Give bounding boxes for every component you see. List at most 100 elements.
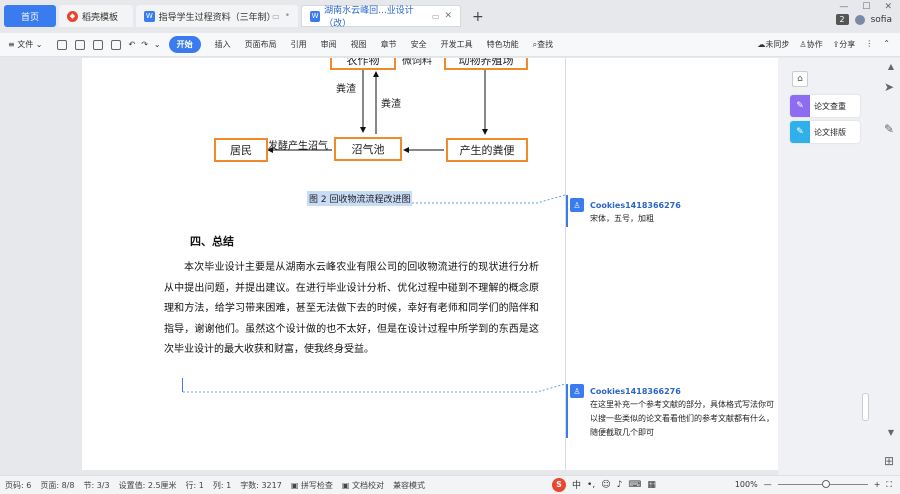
- user-icon: ♙: [570, 384, 584, 398]
- sync-button[interactable]: ☁未同步: [757, 39, 789, 50]
- docer-icon: ◆: [67, 10, 78, 22]
- menu-review[interactable]: 审阅: [321, 39, 337, 50]
- tab-dot-icon: •: [284, 11, 290, 21]
- collapse-panel-icon[interactable]: ⌂: [792, 71, 808, 87]
- status-page-code[interactable]: 页码: 6: [5, 480, 31, 491]
- monitor-icon: ▭: [272, 11, 280, 21]
- zoom-in-icon[interactable]: +: [874, 480, 881, 489]
- close-tab-icon[interactable]: ✕: [444, 11, 452, 21]
- mic-icon[interactable]: ♪: [617, 480, 623, 490]
- tab-start[interactable]: 开始: [168, 36, 201, 53]
- menu-page-layout[interactable]: 页面布局: [245, 39, 277, 50]
- file-menu[interactable]: ≡ 文件 ⌄: [8, 39, 43, 50]
- section-title[interactable]: 四、总结: [190, 233, 234, 249]
- close-window-icon[interactable]: ✕: [884, 2, 892, 12]
- tab-label: 稻壳模板: [82, 12, 119, 23]
- comment-card[interactable]: ♙ Cookies1418366276 宋体，五号，加粗: [570, 198, 775, 226]
- collab-button[interactable]: ♙协作: [799, 39, 822, 50]
- grid-apps-icon[interactable]: ⊞: [884, 454, 894, 468]
- comment-text: 宋体，五号，加粗: [590, 214, 654, 223]
- comment-card[interactable]: ♙ Cookies1418366276 在这里补充一个参考文献的部分，具体格式写…: [570, 384, 775, 440]
- status-pages[interactable]: 页面: 8/8: [40, 480, 74, 491]
- user-name[interactable]: sofia: [871, 15, 892, 25]
- ime-punct-icon[interactable]: •,: [587, 480, 595, 490]
- thesis-layout-label: 论文排版: [814, 127, 846, 137]
- menu-insert[interactable]: 插入: [215, 39, 231, 50]
- spell-check-button[interactable]: ▣ 拼写检查: [291, 480, 333, 491]
- document-page[interactable]: 农作物 微饲料 动物养殖场 粪渣 粪渣 居民 发酵产生沼气 沼气池 产生的粪便 …: [82, 58, 565, 470]
- ime-skin-icon[interactable]: ▦: [647, 480, 656, 490]
- pen-icon[interactable]: ✎: [884, 122, 894, 136]
- box-crops: 农作物: [330, 58, 396, 70]
- zoom-slider[interactable]: [777, 480, 868, 488]
- doc-proof-label: 文档校对: [352, 480, 385, 490]
- collapse-ribbon-icon[interactable]: ⌃: [883, 39, 890, 50]
- export-pdf-icon[interactable]: [74, 39, 85, 50]
- label-feed: 微饲料: [402, 58, 432, 67]
- vertical-scrollbar[interactable]: [862, 393, 869, 421]
- tab-docer-templates[interactable]: ◆ 稻壳模板: [59, 5, 133, 27]
- tab-active-document[interactable]: W 湖南水云峰回...业设计（改） ▭ ✕: [301, 5, 461, 29]
- tab-guide-materials[interactable]: W 指导学生过程资料（三年制） ▭ •: [136, 5, 298, 27]
- tab-label: 首页: [20, 12, 39, 23]
- menu-developer[interactable]: 开发工具: [441, 39, 473, 50]
- status-row: 行: 1: [185, 480, 204, 490]
- zoom-out-icon[interactable]: —: [764, 480, 772, 489]
- menu-security[interactable]: 安全: [411, 39, 427, 50]
- status-setting[interactable]: 设置值: 2.5厘米: [119, 480, 177, 491]
- status-section[interactable]: 节: 3/3: [83, 480, 109, 491]
- minimize-icon[interactable]: —: [839, 2, 848, 12]
- figure-caption[interactable]: 图 2 回收物流流程改进图: [307, 191, 413, 206]
- user-icon: ♙: [799, 40, 807, 49]
- sogou-ime-icon[interactable]: S: [552, 477, 566, 492]
- writer-doc-icon: W: [144, 10, 155, 22]
- title-bar: 首页 ◆ 稻壳模板 W 指导学生过程资料（三年制） ▭ • W 湖南水云峰回..…: [0, 0, 900, 33]
- doc-proof-button[interactable]: ▣ 文档校对: [342, 480, 384, 491]
- share-button[interactable]: ⇪分享: [833, 39, 856, 50]
- print-icon[interactable]: [92, 39, 103, 50]
- emoji-icon[interactable]: ☺: [601, 480, 610, 490]
- new-tab-icon[interactable]: +: [472, 9, 484, 25]
- quick-access-dropdown-icon[interactable]: ⌄: [154, 40, 161, 49]
- tab-label: 湖南水云峰回...业设计（改）: [324, 6, 414, 29]
- spell-check-icon: ▣: [290, 480, 299, 490]
- spell-check-label: 拼写检查: [300, 480, 333, 490]
- menu-references[interactable]: 引用: [291, 39, 307, 50]
- zoom-control: 100% — + ⛶: [735, 476, 892, 493]
- menu-features[interactable]: 特色功能: [487, 39, 519, 50]
- label-dung-right: 粪渣: [381, 99, 401, 110]
- thesis-check-label: 论文查重: [814, 101, 846, 111]
- menu-view[interactable]: 视图: [351, 39, 367, 50]
- right-side-panel: ⌂ ✎ 论文查重 ✎ 论文排版 ▲ ➤ ✎ ▼ ⊞: [778, 58, 900, 475]
- scroll-down-icon[interactable]: ▼: [888, 428, 894, 437]
- fit-page-icon[interactable]: ⛶: [886, 480, 892, 490]
- more-icon[interactable]: ⋮: [865, 39, 873, 50]
- body-paragraph[interactable]: 本次毕业设计主要是从湖南水云峰农业有限公司的回收物流进行的现状进行分析从中提出问…: [164, 258, 539, 361]
- search-button[interactable]: ⌕查找: [533, 39, 553, 50]
- zoom-level[interactable]: 100%: [735, 480, 758, 489]
- comment-bar: [566, 195, 568, 227]
- maximize-icon[interactable]: ☐: [862, 2, 870, 12]
- doc-proof-icon: ▣: [341, 480, 350, 490]
- redo-icon[interactable]: ↷: [141, 40, 148, 49]
- file-menu-label: 文件: [17, 40, 34, 49]
- scroll-up-icon[interactable]: ▲: [888, 62, 894, 71]
- keyboard-icon[interactable]: ⌨: [628, 480, 641, 490]
- avatar[interactable]: [854, 14, 865, 25]
- thesis-layout-icon: ✎: [790, 121, 810, 143]
- comment-author: Cookies1418366276: [590, 200, 681, 210]
- print-preview-icon[interactable]: [110, 39, 121, 50]
- thesis-check-button[interactable]: ✎ 论文查重: [790, 95, 860, 117]
- comment-bar: [566, 384, 568, 438]
- status-word-count[interactable]: 字数: 3217: [240, 480, 282, 491]
- save-icon[interactable]: [56, 39, 67, 50]
- window-count-badge[interactable]: 2: [835, 14, 849, 25]
- tab-home[interactable]: 首页: [4, 5, 56, 27]
- thesis-layout-button[interactable]: ✎ 论文排版: [790, 121, 860, 143]
- ime-chinese-icon[interactable]: 中: [572, 478, 581, 491]
- right-tools-column: ⊞: [884, 454, 894, 468]
- zoom-slider-knob[interactable]: [821, 480, 830, 488]
- undo-icon[interactable]: ↶: [129, 40, 136, 49]
- pointer-icon[interactable]: ➤: [884, 80, 894, 94]
- menu-chapter[interactable]: 章节: [381, 39, 397, 50]
